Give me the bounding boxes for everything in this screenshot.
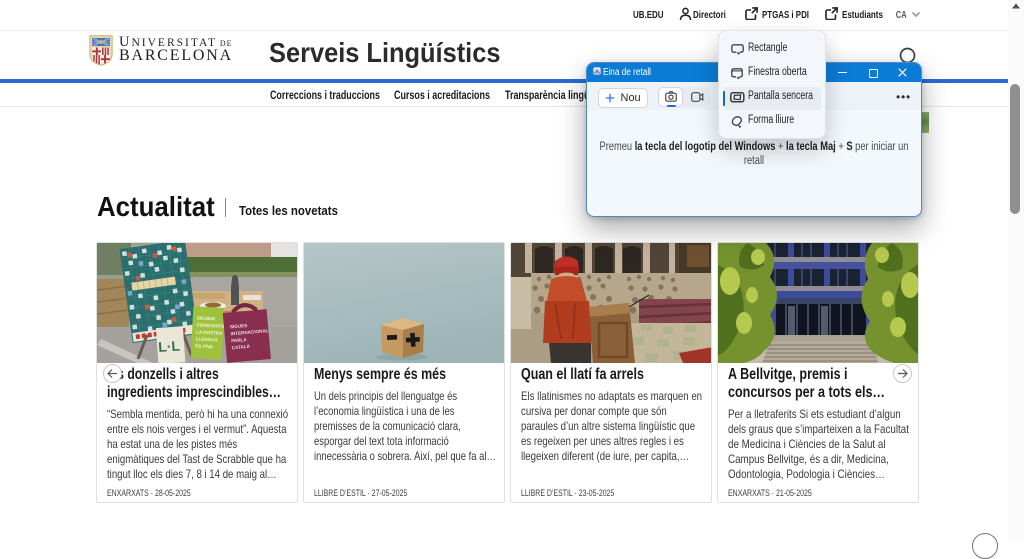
svg-text:SIGUEM: SIGUEM bbox=[197, 315, 216, 321]
svg-text:L·L: L·L bbox=[158, 338, 181, 356]
